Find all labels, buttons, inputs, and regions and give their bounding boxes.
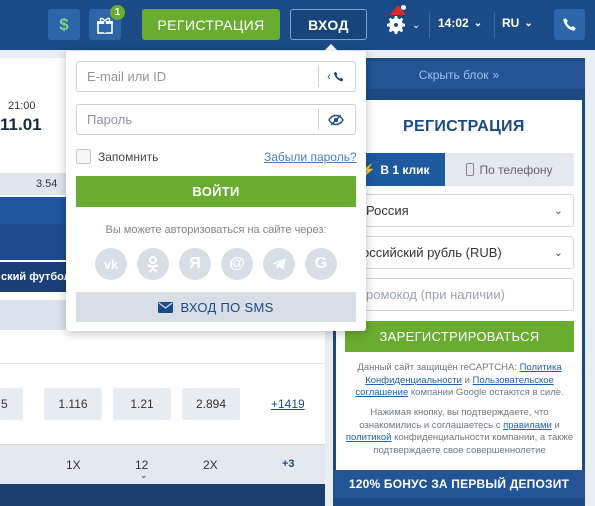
password-placeholder: Пароль xyxy=(87,112,133,127)
google-icon[interactable]: G xyxy=(305,248,337,280)
toggle-password-visibility[interactable] xyxy=(321,111,351,129)
recaptcha-notice: Данный сайт защищён reCAPTCHA: Политика … xyxy=(355,362,564,398)
odds-cell[interactable]: 1.21 xyxy=(113,388,171,420)
match-time: 21:00 xyxy=(8,100,36,112)
eye-slash-icon xyxy=(328,114,344,126)
settings-menu[interactable]: ⌄ xyxy=(384,5,428,39)
phone-button[interactable] xyxy=(554,9,585,40)
chevron-down-icon: ⌄ xyxy=(412,19,421,31)
vk-icon[interactable]: vk xyxy=(95,248,127,280)
bonus-gift-button[interactable]: 1 xyxy=(89,5,125,40)
remember-label: Запомнить xyxy=(98,149,159,164)
double-chevron-right-icon: » xyxy=(492,68,500,82)
time-selector[interactable]: 14:02 ⌄ xyxy=(438,16,482,30)
tab-one-click-label: В 1 клик xyxy=(380,162,430,177)
header-register-button[interactable]: РЕГИСТРАЦИЯ xyxy=(142,9,280,40)
chevron-down-icon: ⌄ xyxy=(553,205,563,217)
gift-icon xyxy=(97,17,113,34)
market-col: 2X xyxy=(203,458,218,472)
odnoklassniki-icon[interactable] xyxy=(137,248,169,280)
sms-login-button[interactable]: ВХОД ПО SMS xyxy=(76,292,356,322)
language-value: RU xyxy=(502,16,520,30)
registration-title: РЕГИСТРАЦИЯ xyxy=(403,118,525,135)
dollar-icon: $ xyxy=(59,14,69,34)
market-col: 1X xyxy=(66,458,81,472)
gear-icon xyxy=(384,5,408,37)
envelope-icon xyxy=(158,301,174,313)
mail-icon[interactable]: @ xyxy=(221,248,253,280)
header-login-button[interactable]: ВХОД xyxy=(290,9,367,40)
odds-cell[interactable]: 2.894 xyxy=(182,388,240,420)
promo-code-placeholder: ромокод (при наличии) xyxy=(366,287,505,302)
first-deposit-bonus-banner[interactable]: 120% БОНУС ЗА ПЕРВЫЙ ДЕПОЗИТ xyxy=(333,470,585,498)
forgot-password-link[interactable]: Забыли пароль? xyxy=(264,150,357,164)
phone-icon xyxy=(333,71,344,82)
language-selector[interactable]: RU ⌄ xyxy=(502,16,533,30)
hide-block-label: Скрыть блок xyxy=(418,68,489,82)
remember-checkbox[interactable] xyxy=(76,149,91,164)
promo-code-input[interactable]: ромокод (при наличии) xyxy=(345,278,574,311)
top-header: $ 1 РЕГИСТРАЦИЯ ВХОД ⌄ 14:02 ⌄ RU ⌄ xyxy=(0,0,595,50)
chevron-left-icon: ‹ xyxy=(327,71,331,83)
currency-select[interactable]: оссийский рубль (RUB) ⌄ xyxy=(345,236,574,269)
country-select[interactable]: Россия ⌄ xyxy=(345,194,574,227)
more-markets-link[interactable]: +1419 xyxy=(271,397,305,411)
time-value: 14:02 xyxy=(438,16,469,30)
smartphone-icon xyxy=(466,163,475,176)
odds-cell[interactable]: 3.54 xyxy=(36,178,57,190)
telegram-icon[interactable] xyxy=(263,248,295,280)
yandex-icon[interactable]: Я xyxy=(179,248,211,280)
hide-block-button[interactable]: Скрыть блок » xyxy=(333,61,585,89)
tab-by-phone-label: По телефону xyxy=(479,162,553,177)
odds-cell[interactable]: 1.116 xyxy=(44,388,102,420)
currency-value: оссийский рубль (RUB) xyxy=(362,245,502,260)
password-field[interactable]: Пароль xyxy=(76,104,356,135)
country-value: Россия xyxy=(366,203,409,218)
match-date: 11.01 xyxy=(0,115,42,134)
switch-to-phone-button[interactable]: ‹ xyxy=(321,68,351,86)
login-submit-button[interactable]: ВОЙТИ xyxy=(76,176,356,207)
market-col-more[interactable]: +3 xyxy=(282,458,295,470)
email-placeholder: E-mail или ID xyxy=(87,69,167,84)
chevron-down-icon[interactable]: ⌄ xyxy=(140,470,148,481)
email-field[interactable]: E-mail или ID ‹ xyxy=(76,61,356,92)
deposit-button[interactable]: $ xyxy=(48,9,80,40)
gift-count-badge: 1 xyxy=(110,5,125,20)
sport-tab-football[interactable]: ский футбол xyxy=(0,262,66,292)
chevron-down-icon: ⌄ xyxy=(553,247,563,259)
odds-cell[interactable]: 5 xyxy=(0,388,23,420)
tab-by-phone[interactable]: По телефону xyxy=(445,153,574,186)
sms-login-label: ВХОД ПО SMS xyxy=(180,299,274,315)
register-submit-button[interactable]: ЗАРЕГИСТРИРОВАТЬСЯ xyxy=(345,321,574,352)
remember-me[interactable]: Запомнить xyxy=(76,149,158,164)
terms-notice: Нажимая кнопку, вы подтверждаете, что оз… xyxy=(345,407,574,456)
privacy-link[interactable]: политикой xyxy=(346,432,392,443)
phone-icon xyxy=(562,17,576,31)
chevron-down-icon: ⌄ xyxy=(524,17,533,29)
social-login-caption: Вы можете авторизоваться на сайте через: xyxy=(105,224,327,236)
rules-link[interactable]: правилами xyxy=(503,420,552,431)
chevron-down-icon: ⌄ xyxy=(473,17,483,29)
market-header-row xyxy=(0,444,325,484)
